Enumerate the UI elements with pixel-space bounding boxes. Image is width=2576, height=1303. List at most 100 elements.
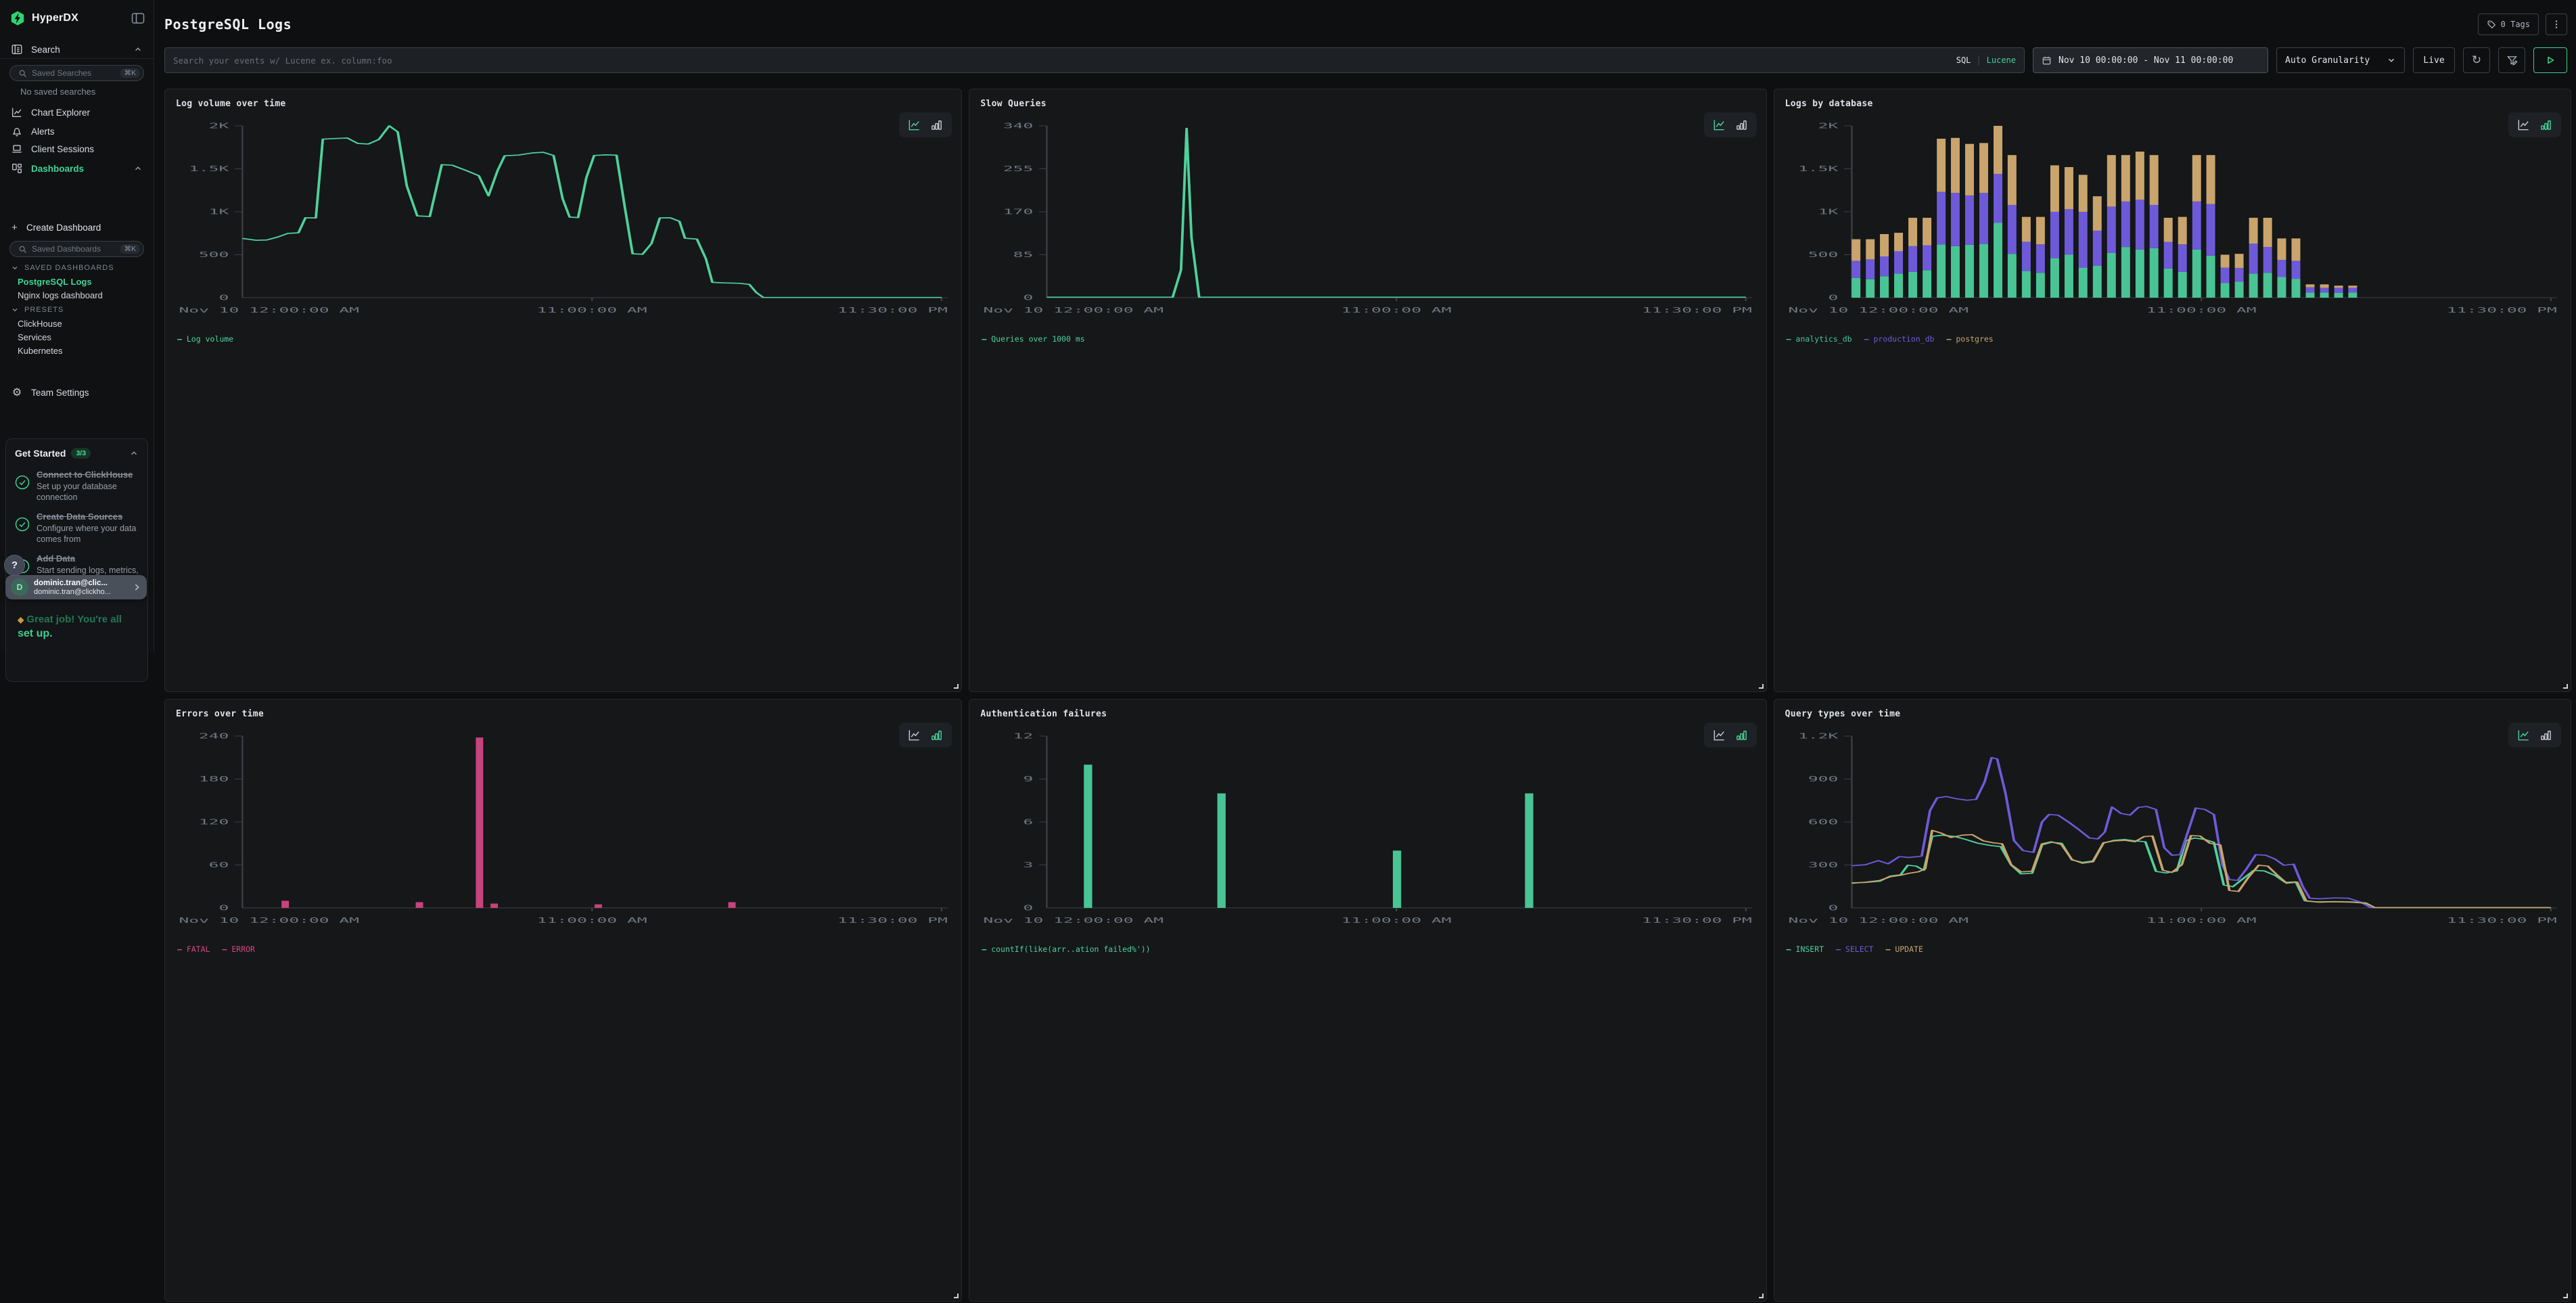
bar-chart-icon[interactable] <box>2539 118 2553 132</box>
section-saved-dashboards[interactable]: SAVED DASHBOARDS <box>0 262 154 273</box>
time-range-value: Nov 10 00:00:00 - Nov 11 00:00:00 <box>2058 55 2233 66</box>
chart-plot-area[interactable]: 085170255340Nov 10 12:00:00 AM11:00:00 A… <box>980 115 1755 332</box>
refresh-button[interactable]: ↻ <box>2463 47 2490 73</box>
dashboard-link-postgresql-logs[interactable]: PostgreSQL Logs <box>0 275 154 288</box>
sidebar-item-search[interactable]: Search <box>0 39 154 60</box>
run-query-button[interactable] <box>2533 47 2567 73</box>
gear-icon: ⚙ <box>11 386 23 399</box>
help-button[interactable]: ? <box>4 555 25 576</box>
chart-panel-errors: Errors over time 060120180240Nov 10 12:0… <box>164 699 962 1302</box>
svg-text:1.5K: 1.5K <box>1798 164 1839 173</box>
chart-plot-area[interactable]: 060120180240Nov 10 12:00:00 AM11:00:00 A… <box>176 725 950 942</box>
sidebar-collapse-icon[interactable] <box>131 11 145 26</box>
line-chart-icon[interactable] <box>907 118 921 132</box>
bar-chart-icon[interactable] <box>2539 728 2553 742</box>
sidebar-item-label: Alerts <box>31 127 55 137</box>
resize-handle[interactable] <box>2563 684 2568 689</box>
sidebar-item-client-sessions[interactable]: Client Sessions <box>0 139 154 158</box>
sidebar-item-alerts[interactable]: Alerts <box>0 122 154 141</box>
chart-plot-area[interactable]: 036912Nov 10 12:00:00 AM11:00:00 AM11:30… <box>980 725 1755 942</box>
event-search-input[interactable] <box>173 55 1950 66</box>
legend-item[interactable]: — INSERT <box>1787 944 1824 954</box>
sql-mode-button[interactable]: SQL <box>1956 55 1971 65</box>
calendar-icon <box>2042 55 2052 66</box>
line-chart-icon[interactable] <box>1712 118 1726 132</box>
play-icon <box>2546 55 2555 65</box>
saved-dashboards-field[interactable] <box>32 244 116 254</box>
line-chart-icon[interactable] <box>2516 118 2531 132</box>
chart-legend[interactable]: — analytics_db — production_db — postgres <box>1785 332 2560 346</box>
chart-plot-area[interactable]: 05001K1.5K2KNov 10 12:00:00 AM11:00:00 A… <box>176 115 950 332</box>
lucene-mode-button[interactable]: Lucene <box>1987 55 2016 65</box>
time-range-picker[interactable]: Nov 10 00:00:00 - Nov 11 00:00:00 <box>2033 47 2268 73</box>
dashboard-link-nginx-logs[interactable]: Nginx logs dashboard <box>0 288 154 302</box>
legend-item[interactable]: — analytics_db <box>1787 334 1852 344</box>
legend-item[interactable]: — Log volume <box>177 334 233 344</box>
resize-handle[interactable] <box>1759 1294 1764 1298</box>
saved-dashboards-input[interactable]: ⌘K <box>9 241 144 257</box>
sidebar-item-chart-explorer[interactable]: Chart Explorer <box>0 103 154 122</box>
legend-item[interactable]: — postgres <box>1946 334 1993 344</box>
preset-link-kubernetes[interactable]: Kubernetes <box>0 344 154 357</box>
saved-searches-input[interactable]: ⌘K <box>9 65 144 81</box>
section-presets[interactable]: PRESETS <box>0 304 154 315</box>
filter-button[interactable] <box>2498 47 2525 73</box>
event-search[interactable]: SQL | Lucene <box>164 47 2025 73</box>
line-chart-icon[interactable] <box>907 728 921 742</box>
chevron-up-icon <box>133 164 143 173</box>
chart-legend[interactable]: — Log volume <box>176 332 950 346</box>
chart-plot-area[interactable]: 05001K1.5K2KNov 10 12:00:00 AM11:00:00 A… <box>1785 115 2560 332</box>
bar-chart-icon[interactable] <box>1734 728 1749 742</box>
chart-plot-area[interactable]: 03006009001.2KNov 10 12:00:00 AM11:00:00… <box>1785 725 2560 942</box>
chart-type-toggle <box>2508 723 2561 748</box>
resize-handle[interactable] <box>954 1294 959 1298</box>
bar-chart-icon[interactable] <box>929 118 944 132</box>
chart-legend[interactable]: — Queries over 1000 ms <box>980 332 1755 346</box>
legend-item[interactable]: — countIf(like(arr..ation failed%')) <box>982 944 1150 954</box>
resize-handle[interactable] <box>954 684 959 689</box>
more-menu-button[interactable] <box>2546 14 2567 35</box>
line-chart-icon[interactable] <box>1712 728 1726 742</box>
sidebar-item-team-settings[interactable]: ⚙ Team Settings <box>0 383 154 402</box>
chart-legend[interactable]: — countIf(like(arr..ation failed%')) <box>980 942 1755 957</box>
get-started-item-connect[interactable]: Connect to ClickHouse Set up your databa… <box>15 470 139 503</box>
legend-item[interactable]: — ERROR <box>222 944 254 954</box>
sidebar-item-dashboards[interactable]: Dashboards <box>0 158 154 179</box>
filter-edit-icon <box>2506 55 2518 66</box>
svg-text:85: 85 <box>1013 250 1034 259</box>
user-menu[interactable]: D dominic.tran@clic... dominic.tran@clic… <box>5 575 147 599</box>
bar-chart-icon[interactable] <box>1734 118 1749 132</box>
bar-chart-icon[interactable] <box>929 728 944 742</box>
svg-text:11:30:00 PM: 11:30:00 PM <box>837 916 948 925</box>
chart-title: Slow Queries <box>980 99 1046 109</box>
svg-text:12: 12 <box>1013 731 1034 740</box>
search-panel-icon <box>11 43 23 55</box>
chart-title: Authentication failures <box>980 709 1107 719</box>
logo-row: HyperDX <box>9 8 145 28</box>
resize-handle[interactable] <box>1759 684 1764 689</box>
chart-legend[interactable]: — FATAL — ERROR <box>176 942 950 957</box>
get-started-item-sources[interactable]: Create Data Sources Configure where your… <box>15 511 139 545</box>
legend-item[interactable]: — UPDATE <box>1885 944 1923 954</box>
create-dashboard-label: Create Dashboard <box>26 223 101 233</box>
preset-link-services[interactable]: Services <box>0 330 154 344</box>
get-started-header[interactable]: Get Started 3/3 <box>15 446 139 461</box>
granularity-select[interactable]: Auto Granularity <box>2276 47 2405 73</box>
chevron-right-icon <box>132 582 141 592</box>
line-chart-icon[interactable] <box>2516 728 2531 742</box>
legend-item[interactable]: — SELECT <box>1836 944 1873 954</box>
chevron-down-icon <box>2387 55 2396 65</box>
hyperdx-logo-icon <box>9 10 26 26</box>
sidebar-item-label: Client Sessions <box>31 144 94 154</box>
legend-item[interactable]: — Queries over 1000 ms <box>982 334 1084 344</box>
tags-button[interactable]: 0 Tags <box>2478 14 2539 35</box>
legend-item[interactable]: — FATAL <box>177 944 210 954</box>
chart-legend[interactable]: — INSERT — SELECT — UPDATE <box>1785 942 2560 957</box>
saved-searches-field[interactable] <box>32 68 116 78</box>
live-button[interactable]: Live <box>2413 47 2455 73</box>
create-dashboard-button[interactable]: + Create Dashboard <box>0 219 154 235</box>
resize-handle[interactable] <box>2563 1294 2568 1298</box>
preset-link-clickhouse[interactable]: ClickHouse <box>0 317 154 330</box>
legend-item[interactable]: — production_db <box>1864 334 1935 344</box>
toolbar: SQL | Lucene Nov 10 00:00:00 - Nov 11 00… <box>164 47 2567 73</box>
